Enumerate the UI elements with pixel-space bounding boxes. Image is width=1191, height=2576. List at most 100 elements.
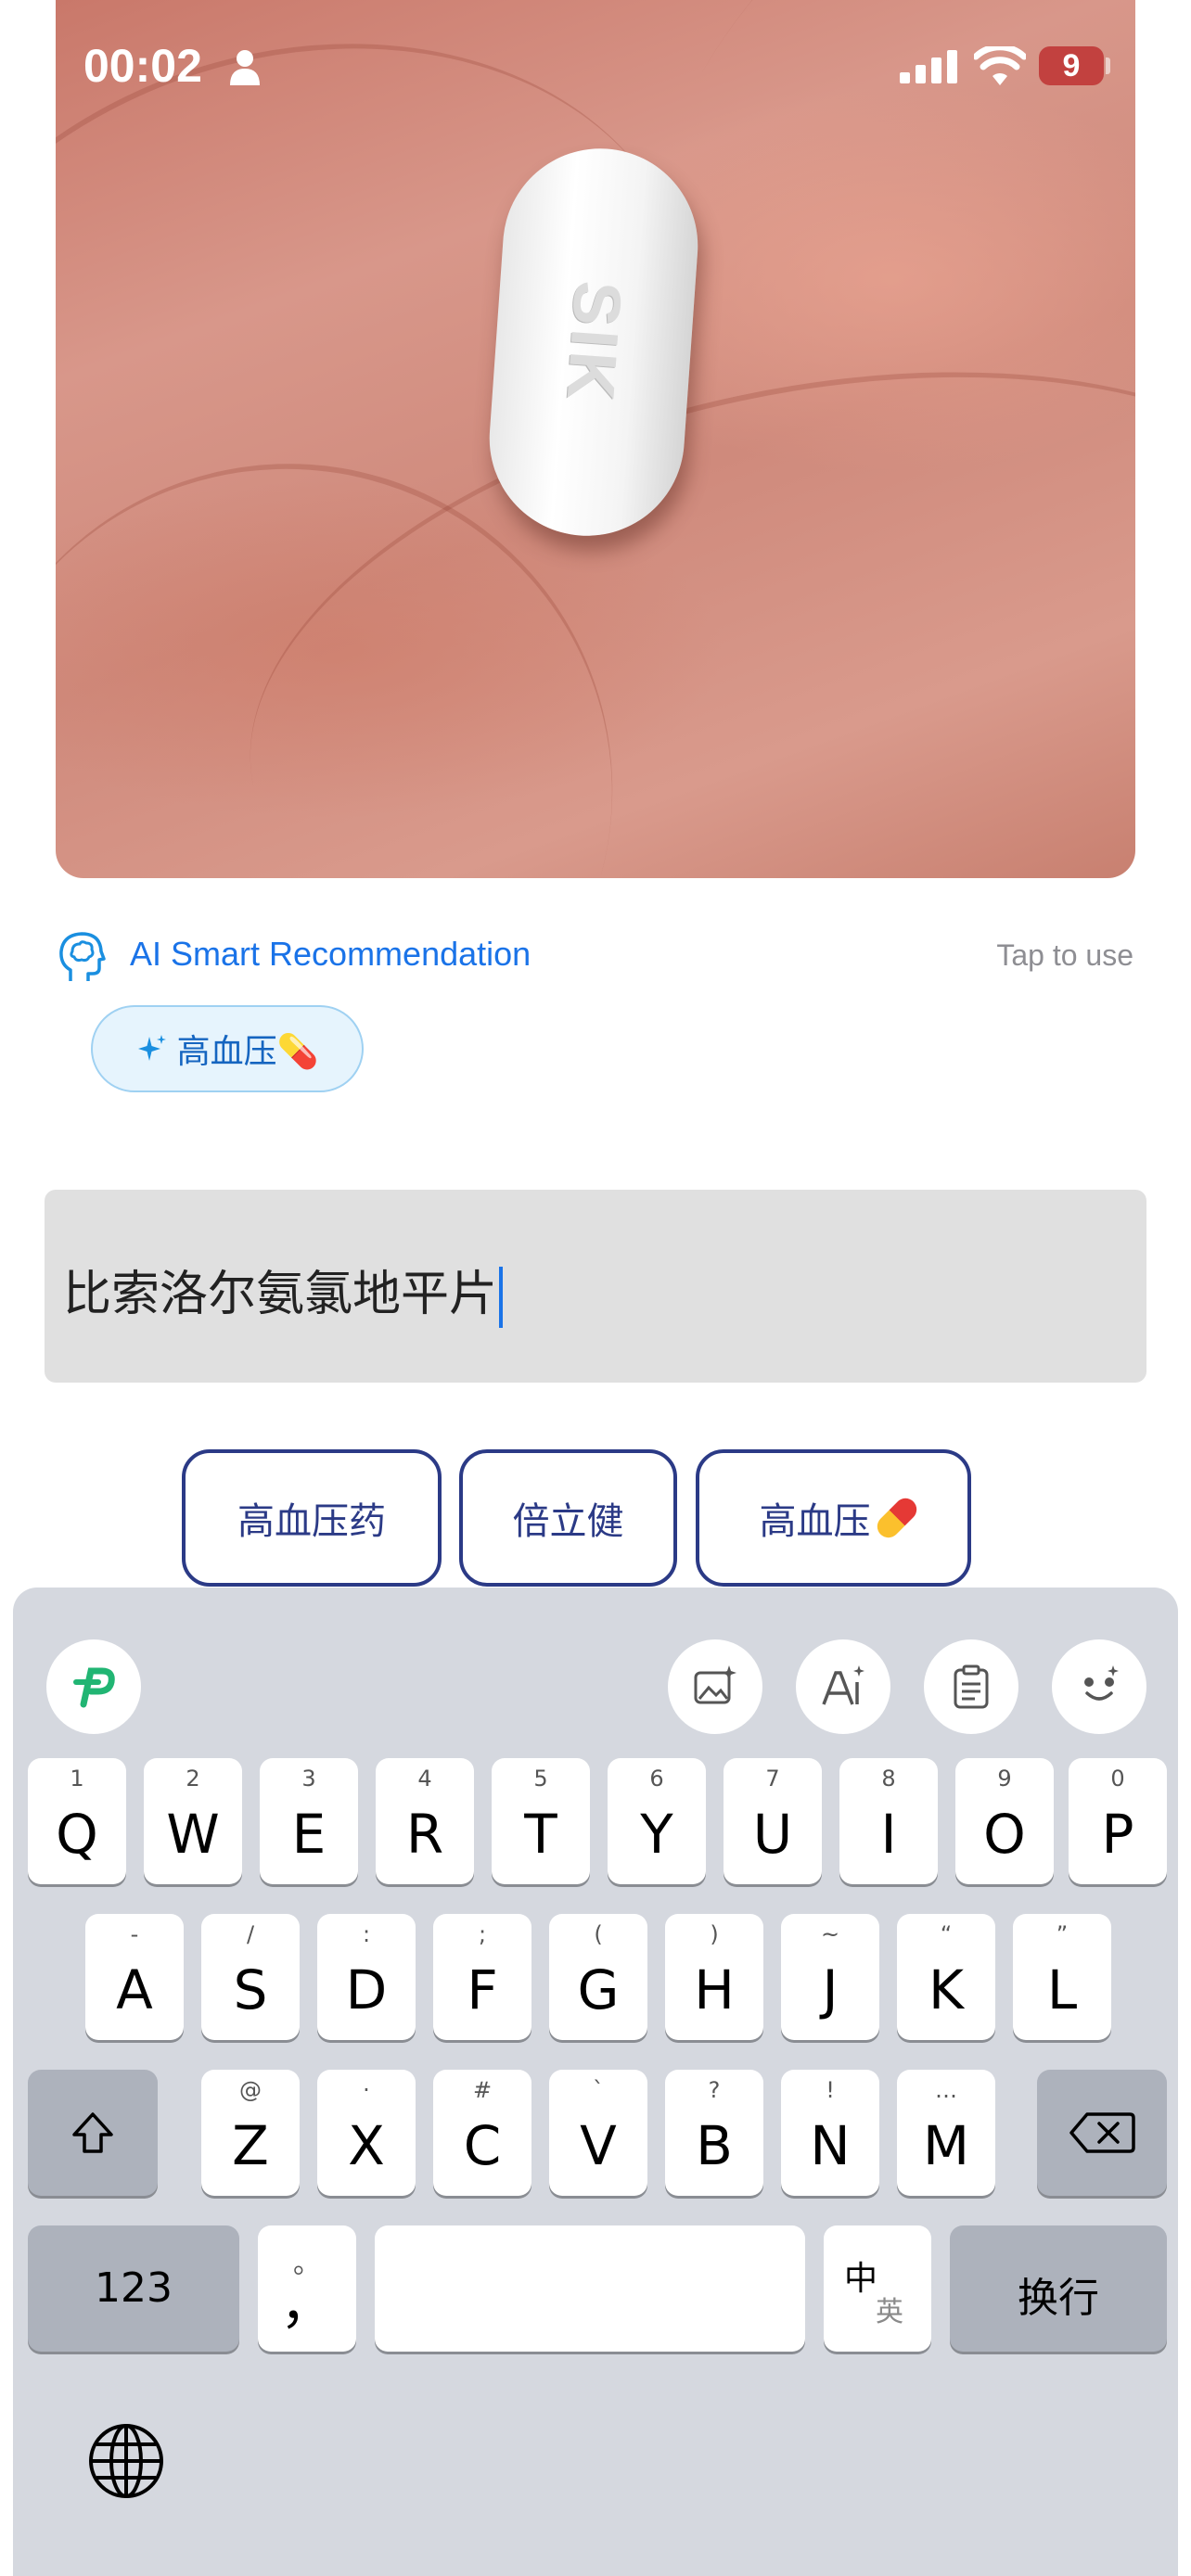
- battery-indicator: 9: [1039, 46, 1104, 85]
- keyboard-logo-button[interactable]: [46, 1639, 141, 1734]
- lang-key-bottom: 英: [876, 2296, 903, 2328]
- key-sub: :: [362, 1921, 371, 1947]
- key-label: J: [822, 1958, 839, 2021]
- key-label: T: [524, 1803, 557, 1866]
- key-sub: 8: [881, 1766, 896, 1792]
- key-sub: ·: [363, 2077, 370, 2103]
- suggestion-chip-1[interactable]: 高血压药: [182, 1449, 442, 1587]
- key-i[interactable]: 8I: [839, 1758, 938, 1884]
- key-sub: 0: [1110, 1766, 1125, 1792]
- key-sub: ): [710, 1921, 719, 1947]
- comma-key-label: ，: [279, 2273, 334, 2336]
- signal-icon: [900, 50, 957, 83]
- key-a[interactable]: -A: [85, 1914, 184, 2040]
- suggestion-chip-3[interactable]: 高血压: [696, 1449, 971, 1587]
- clipboard-button[interactable]: [924, 1639, 1018, 1734]
- key-sub: `: [593, 2077, 604, 2103]
- ai-suggestion-chip[interactable]: 高血压💊: [91, 1005, 364, 1092]
- key-label: Z: [232, 2114, 269, 2177]
- key-e[interactable]: 3E: [260, 1758, 358, 1884]
- suggestion-chip-label: 高血压药: [237, 1500, 386, 1543]
- key-sub: “: [940, 1921, 953, 1947]
- return-key-label: 换行: [1018, 2275, 1099, 2322]
- key-u[interactable]: 7U: [724, 1758, 822, 1884]
- key-sub: …: [935, 2077, 957, 2103]
- image-button[interactable]: [668, 1639, 762, 1734]
- globe-icon[interactable]: [87, 2422, 165, 2500]
- key-sub: 4: [417, 1766, 432, 1792]
- keyboard: 1Q 2W 3E 4R 5T 6Y 7U 8I 9O 0P -A / S :D ;…: [13, 1588, 1178, 2576]
- key-label: E: [291, 1803, 327, 1866]
- key-x[interactable]: · X: [317, 2070, 416, 2196]
- return-key[interactable]: 换行: [950, 2225, 1167, 2352]
- key-d[interactable]: :D: [317, 1914, 416, 2040]
- medicine-name-input[interactable]: 比索洛尔氨氯地平片: [45, 1190, 1146, 1383]
- key-w[interactable]: 2W: [144, 1758, 242, 1884]
- key-label: C: [463, 2114, 502, 2177]
- pill-photo: SIK: [56, 0, 1135, 878]
- key-n[interactable]: ! N: [781, 2070, 879, 2196]
- suggestion-chip-label: 高血压: [759, 1500, 871, 1543]
- key-c[interactable]: # C: [433, 2070, 531, 2196]
- key-z[interactable]: @ Z: [201, 2070, 300, 2196]
- key-sub: /: [246, 1921, 255, 1947]
- key-label: U: [752, 1803, 793, 1866]
- status-time: 00:02: [83, 40, 202, 92]
- backspace-key[interactable]: [1037, 2070, 1167, 2196]
- sparkle-icon: [137, 1035, 166, 1061]
- person-icon: [230, 50, 260, 85]
- key-sub: 7: [765, 1766, 780, 1792]
- key-label: K: [928, 1958, 965, 2021]
- numbers-key-label: 123: [95, 2264, 173, 2312]
- pill: SIK: [482, 142, 705, 542]
- key-y[interactable]: 6Y: [608, 1758, 706, 1884]
- key-v[interactable]: ` V: [549, 2070, 647, 2196]
- key-label: R: [405, 1803, 444, 1866]
- keyboard-logo-icon: [73, 1667, 115, 1708]
- key-label: G: [577, 1958, 620, 2021]
- key-q[interactable]: 1Q: [28, 1758, 126, 1884]
- space-key[interactable]: [375, 2225, 805, 2352]
- emoji-button[interactable]: [1052, 1639, 1146, 1734]
- key-label: V: [580, 2114, 617, 2177]
- key-sub: 1: [70, 1766, 84, 1792]
- lang-key-top: 中: [844, 2260, 878, 2298]
- key-sub: @: [239, 2077, 262, 2103]
- key-sub: !: [826, 2077, 835, 2103]
- key-sub: -: [130, 1921, 139, 1947]
- shift-key[interactable]: [28, 2070, 158, 2196]
- ai-recommendation-title: AI Smart Recommendation: [130, 935, 531, 973]
- key-s[interactable]: / S: [201, 1914, 300, 2040]
- key-k[interactable]: “K: [897, 1914, 995, 2040]
- ai-writing-button[interactable]: [796, 1639, 890, 1734]
- pill-emoji-icon: [872, 1493, 921, 1543]
- key-label: I: [880, 1803, 897, 1866]
- key-g[interactable]: (G: [549, 1914, 647, 2040]
- comma-key[interactable]: 。 ，: [258, 2225, 356, 2352]
- ai-suggestion-label: 高血压💊: [176, 1032, 319, 1070]
- numbers-key[interactable]: 123: [28, 2225, 239, 2352]
- key-t[interactable]: 5T: [492, 1758, 590, 1884]
- key-l[interactable]: ” L: [1013, 1914, 1111, 2040]
- key-m[interactable]: … M: [897, 2070, 995, 2196]
- emoji-icon: [1084, 1665, 1119, 1701]
- tap-to-use-hint: Tap to use: [996, 938, 1133, 972]
- backspace-icon: [1069, 2112, 1135, 2153]
- key-r[interactable]: 4R: [376, 1758, 474, 1884]
- text-caret: [499, 1267, 504, 1328]
- key-f[interactable]: ; F: [433, 1914, 531, 2040]
- suggestion-chip-2[interactable]: 倍立健: [459, 1449, 677, 1587]
- key-sub: 6: [649, 1766, 664, 1792]
- language-switch-key[interactable]: 中 英: [824, 2225, 931, 2352]
- key-j[interactable]: ~ J: [781, 1914, 879, 2040]
- key-sub: (: [594, 1921, 603, 1947]
- key-p[interactable]: 0P: [1069, 1758, 1167, 1884]
- key-label: Y: [640, 1803, 673, 1866]
- key-sub: #: [472, 2077, 493, 2103]
- key-label: M: [922, 2114, 970, 2177]
- key-o[interactable]: 9O: [955, 1758, 1054, 1884]
- key-h[interactable]: ) H: [665, 1914, 763, 2040]
- key-b[interactable]: ? B: [665, 2070, 763, 2196]
- image-icon: [694, 1665, 736, 1704]
- key-sub: ”: [1056, 1921, 1069, 1947]
